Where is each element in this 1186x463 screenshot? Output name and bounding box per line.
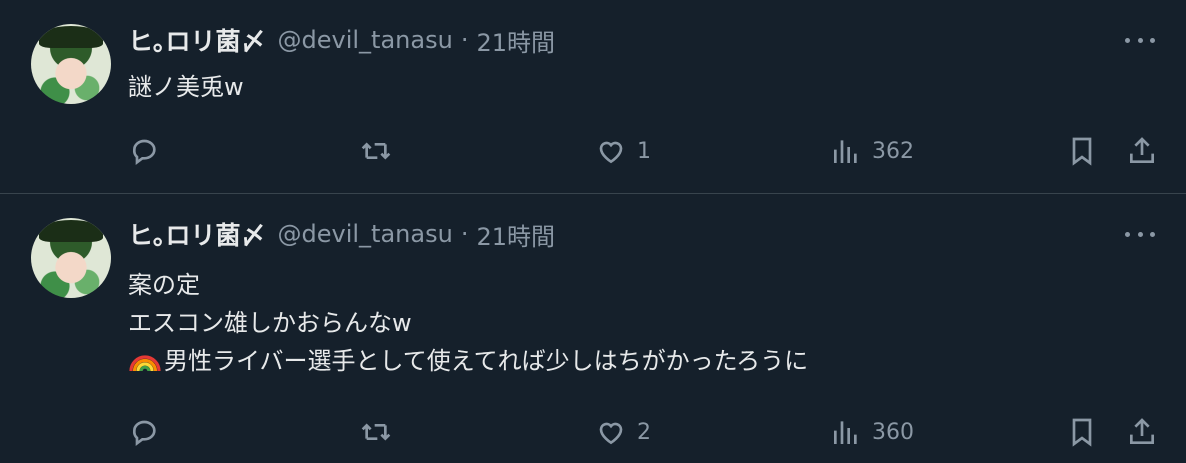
tweet[interactable]: ヒ｡ロリ菌〆 @devil_tanasu · 21時間 案の定 エスコン雄しかお… (0, 194, 1186, 463)
tweet-actions: 2 360 (0, 412, 1186, 452)
views-icon (834, 140, 857, 163)
avatar-hat (39, 26, 103, 48)
bookmark-button[interactable] (1066, 131, 1098, 171)
reply-icon (132, 139, 156, 165)
like-button[interactable]: 1 (595, 131, 651, 171)
more-icon[interactable] (1125, 224, 1155, 244)
retweet-button[interactable] (360, 131, 402, 171)
retweet-button[interactable] (360, 412, 402, 452)
avatar[interactable] (31, 218, 111, 298)
share-icon (1130, 137, 1154, 163)
heart-icon (599, 422, 623, 445)
heart-icon (599, 141, 623, 164)
display-name[interactable]: ヒ｡ロリ菌〆 (128, 22, 266, 58)
share-button[interactable] (1126, 412, 1158, 452)
bookmark-button[interactable] (1066, 412, 1098, 452)
tweet[interactable]: ヒ｡ロリ菌〆 @devil_tanasu · 21時間 謎ノ美兎w 1 362 (0, 0, 1186, 194)
tweet-actions: 1 362 (0, 131, 1186, 171)
retweet-icon (361, 142, 391, 160)
reply-button[interactable] (129, 131, 171, 171)
tweet-header: ヒ｡ロリ菌〆 @devil_tanasu · 21時間 (128, 22, 555, 58)
bookmark-icon (1072, 418, 1092, 447)
reply-icon (132, 420, 156, 446)
like-count: 2 (637, 419, 651, 445)
views-button[interactable]: 362 (830, 131, 914, 171)
tweet-line-with-emoji: 男性ライバー選手として使えてれば少しはちがかったろうに (128, 342, 808, 380)
handle[interactable]: @devil_tanasu (278, 220, 453, 248)
avatar[interactable] (31, 24, 111, 104)
tweet-line: エスコン雄しかおらんなw (128, 309, 412, 337)
avatar-hat (39, 220, 103, 242)
share-icon (1130, 418, 1154, 444)
like-count: 1 (637, 138, 651, 164)
more-icon[interactable] (1125, 30, 1155, 50)
view-count: 362 (872, 138, 914, 164)
tweet-line: 男性ライバー選手として使えてれば少しはちがかったろうに (164, 347, 809, 375)
tweet-text: 案の定 エスコン雄しかおらんなw 男性ライバー選手として使えてれば少しはちがかっ… (128, 266, 808, 380)
timestamp[interactable]: 21時間 (476, 217, 555, 252)
like-button[interactable]: 2 (595, 412, 651, 452)
tweet-line: 謎ノ美兎w (128, 73, 244, 101)
retweet-icon (361, 423, 391, 441)
views-icon (834, 421, 857, 444)
separator: · (460, 26, 469, 54)
tweet-text: 謎ノ美兎w (128, 68, 244, 106)
views-button[interactable]: 360 (830, 412, 914, 452)
reply-button[interactable] (129, 412, 171, 452)
share-button[interactable] (1126, 131, 1158, 171)
display-name[interactable]: ヒ｡ロリ菌〆 (128, 216, 266, 252)
rainbow-emoji (129, 355, 161, 372)
timestamp[interactable]: 21時間 (476, 23, 555, 58)
tweet-line: 案の定 (128, 271, 200, 299)
bookmark-icon (1072, 137, 1092, 166)
view-count: 360 (872, 419, 914, 445)
handle[interactable]: @devil_tanasu (278, 26, 453, 54)
separator: · (460, 220, 469, 248)
tweet-header: ヒ｡ロリ菌〆 @devil_tanasu · 21時間 (128, 216, 555, 252)
